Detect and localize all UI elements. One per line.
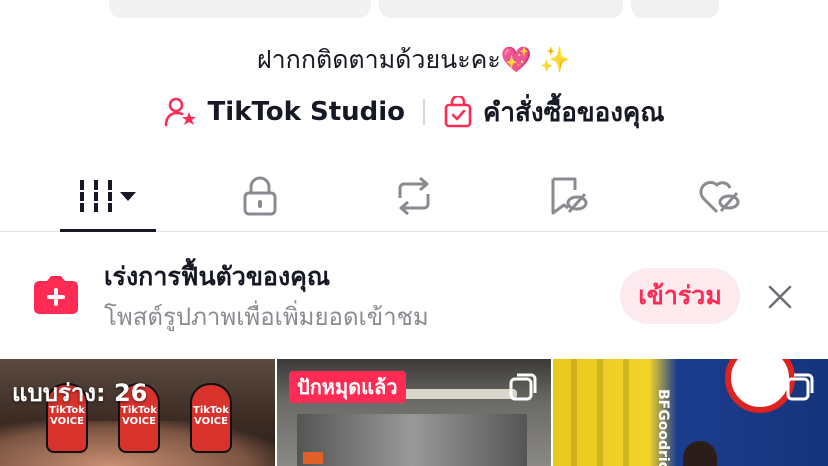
edit-profile-button[interactable] bbox=[109, 0, 371, 18]
tiktok-studio-link[interactable]: TikTok Studio bbox=[164, 96, 405, 128]
creator-star-icon bbox=[164, 97, 196, 127]
thumbnail-image bbox=[597, 359, 603, 466]
thumbnail-image bbox=[623, 359, 629, 466]
bookmark-hidden-icon bbox=[551, 177, 588, 215]
shopping-bag-icon bbox=[444, 96, 472, 128]
close-banner-button[interactable] bbox=[764, 281, 796, 313]
video-thumbnail[interactable]: BFGoodrich bbox=[553, 359, 828, 466]
join-button[interactable]: เข้าร่วม bbox=[620, 268, 740, 324]
tab-liked[interactable] bbox=[672, 160, 768, 232]
grid-bars-icon bbox=[80, 180, 136, 212]
video-grid: TikTok VOICE TikTok VOICE TikTok VOICE แบบร… bbox=[0, 359, 828, 466]
repost-icon bbox=[398, 176, 430, 216]
tab-favorites[interactable] bbox=[520, 160, 616, 232]
tiktok-studio-label: TikTok Studio bbox=[207, 97, 406, 127]
photo-carousel-icon bbox=[786, 373, 814, 401]
thumbnail-image bbox=[725, 359, 795, 413]
banner-title: เร่งการฟื้นตัวของคุณ bbox=[104, 262, 331, 291]
profile-tabs bbox=[0, 160, 828, 232]
profile-links: TikTok Studio คำสั่งซื้อของคุณ bbox=[0, 92, 828, 132]
thumbnail-image bbox=[571, 359, 577, 466]
recovery-banner: เร่งการฟื้นตัวของคุณ โพสต์รูปภาพเพื่อเพิ… bbox=[0, 233, 828, 359]
banner-icon-wrapper bbox=[33, 273, 79, 319]
pinned-video-thumbnail[interactable]: ปักหมุดแล้ว bbox=[277, 359, 551, 466]
links-divider bbox=[423, 99, 426, 125]
tab-videos[interactable] bbox=[60, 160, 156, 232]
orders-label: คำสั่งซื้อของคุณ bbox=[483, 97, 665, 128]
orders-link[interactable]: คำสั่งซื้อของคุณ bbox=[443, 92, 664, 133]
profile-bio: ฝากกติดตามด้วยนะคะ💖 ✨ bbox=[257, 45, 571, 74]
close-icon bbox=[768, 285, 792, 309]
banner-subtitle: โพสต์รูปภาพเพื่อเพิ่มยอดเข้าชม bbox=[104, 303, 429, 331]
add-photo-icon bbox=[34, 276, 78, 314]
heart-hidden-icon bbox=[699, 180, 740, 214]
pinned-badge: ปักหมุดแล้ว bbox=[289, 371, 406, 403]
mic-label: TikTok VOICE bbox=[193, 405, 229, 427]
brand-text: BFGoodrich bbox=[655, 389, 671, 466]
share-profile-button[interactable] bbox=[379, 0, 623, 18]
tab-private[interactable] bbox=[212, 160, 308, 232]
thumbnail-image bbox=[297, 414, 527, 466]
drafts-thumbnail[interactable]: TikTok VOICE TikTok VOICE TikTok VOICE แบบร… bbox=[0, 359, 275, 466]
thumbnail-image bbox=[303, 452, 323, 464]
add-friend-button[interactable] bbox=[631, 0, 719, 18]
tab-reposts[interactable] bbox=[366, 160, 462, 232]
thumbnail-image bbox=[683, 441, 717, 466]
drafts-count-label: แบบร่าง: 26 bbox=[12, 379, 148, 407]
mic-icon: TikTok VOICE bbox=[182, 383, 240, 466]
lock-icon bbox=[243, 176, 277, 216]
active-tab-indicator bbox=[60, 229, 156, 232]
photo-carousel-icon bbox=[509, 373, 537, 401]
